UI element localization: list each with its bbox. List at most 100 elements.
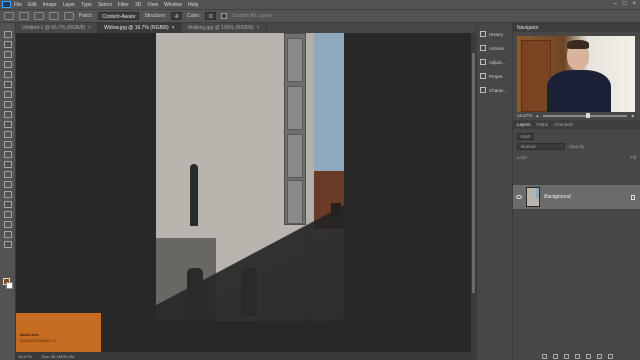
zoom-in-icon[interactable]: ▲ xyxy=(631,113,635,118)
background-color-swatch[interactable] xyxy=(6,282,13,289)
kind-filter[interactable]: Kind xyxy=(517,132,535,140)
layer-thumbnail xyxy=(526,187,540,207)
lock-label: Lock: xyxy=(517,154,528,160)
menu-help[interactable]: Help xyxy=(188,2,198,8)
dodge-tool-icon[interactable] xyxy=(3,171,12,178)
shadow-overlay xyxy=(156,238,216,321)
tab-channels[interactable]: Channels xyxy=(554,122,573,127)
minimize-icon[interactable]: – xyxy=(614,1,617,7)
lasso-tool-icon[interactable] xyxy=(3,51,12,58)
navigator-zoom-slider[interactable] xyxy=(542,112,627,118)
close-icon[interactable]: × xyxy=(172,25,175,31)
menu-3d[interactable]: 3D xyxy=(135,2,141,8)
menu-select[interactable]: Select xyxy=(98,2,112,8)
menu-layer[interactable]: Layer xyxy=(63,2,76,8)
document-canvas[interactable] xyxy=(156,33,344,321)
menu-bar: File Edit Image Layer Type Select Filter… xyxy=(0,0,640,9)
history-icon xyxy=(480,31,486,37)
menu-type[interactable]: Type xyxy=(81,2,92,8)
close-icon[interactable]: × xyxy=(257,25,260,31)
marquee-tool-icon[interactable] xyxy=(3,41,12,48)
close-icon[interactable]: × xyxy=(632,1,636,7)
properties-panel-button[interactable]: Proper... xyxy=(477,69,512,83)
blend-row: Normal Opacity: xyxy=(517,142,637,150)
quick-select-tool-icon[interactable] xyxy=(3,61,12,68)
adjustments-panel-button[interactable]: Adjust... xyxy=(477,55,512,69)
zoom-level[interactable]: 16.67% xyxy=(18,354,32,359)
zoom-tool-icon[interactable] xyxy=(3,231,12,238)
link-layers-icon[interactable] xyxy=(541,353,547,359)
new-layer-icon[interactable] xyxy=(596,353,602,359)
intersect-selection-icon[interactable] xyxy=(64,12,74,20)
structure-select[interactable]: 4 xyxy=(171,12,182,20)
history-brush-tool-icon[interactable] xyxy=(3,131,12,138)
blend-mode-select[interactable]: Normal xyxy=(517,142,565,150)
slider-knob[interactable] xyxy=(586,112,591,118)
path-select-tool-icon[interactable] xyxy=(3,201,12,208)
options-bar: Patch: Content-Aware Structure: 4 Color:… xyxy=(0,9,640,23)
group-icon[interactable] xyxy=(585,353,591,359)
window-controls: – □ × xyxy=(614,1,636,7)
sample-all-layers-checkbox[interactable] xyxy=(221,13,228,19)
gradient-tool-icon[interactable] xyxy=(3,151,12,158)
pen-tool-icon[interactable] xyxy=(3,181,12,188)
actions-icon xyxy=(480,45,486,51)
layer-row-background[interactable]: Background xyxy=(513,185,640,209)
adjustment-layer-icon[interactable] xyxy=(574,353,580,359)
crop-tool-icon[interactable] xyxy=(3,71,12,78)
history-panel-button[interactable]: History xyxy=(477,27,512,41)
maximize-icon[interactable]: □ xyxy=(623,1,627,7)
character-panel-button[interactable]: Charac... xyxy=(477,83,512,97)
adjustments-icon xyxy=(480,59,486,65)
right-panels: Navigator 16.67% ▴ ▲ Layers Paths Channe… xyxy=(512,23,640,360)
tab-paths[interactable]: Paths xyxy=(537,122,549,127)
menu-view[interactable]: View xyxy=(147,2,158,8)
layer-name[interactable]: Background xyxy=(544,194,571,200)
properties-icon xyxy=(480,73,486,79)
navigator-header[interactable]: Navigator xyxy=(513,23,640,32)
arched-window xyxy=(187,268,203,316)
brush-tool-icon[interactable] xyxy=(3,111,12,118)
visibility-eye-icon[interactable] xyxy=(516,195,522,199)
lock-row: Lock: Fill: xyxy=(517,153,637,161)
tab-widow[interactable]: Widow.jpg @ 16.7% (RGB/8) × xyxy=(98,23,182,33)
more-tools-icon[interactable] xyxy=(3,241,12,248)
eyedropper-tool-icon[interactable] xyxy=(3,91,12,98)
menu-edit[interactable]: Edit xyxy=(28,2,37,8)
patch-tool-icon[interactable] xyxy=(3,101,12,108)
menu-filter[interactable]: Filter xyxy=(118,2,129,8)
menu-window[interactable]: Window xyxy=(164,2,182,8)
color-select[interactable]: 0 xyxy=(205,12,217,20)
lock-icon[interactable] xyxy=(631,194,635,200)
zoom-out-icon[interactable]: ▴ xyxy=(536,113,538,119)
navigator-zoom-value[interactable]: 16.67% xyxy=(517,113,532,118)
menu-image[interactable]: Image xyxy=(43,2,57,8)
menu-file[interactable]: File xyxy=(14,2,22,8)
swatch-hex: #C56B22 E6B66A0 C8 xyxy=(20,339,56,343)
frame-tool-icon[interactable] xyxy=(3,81,12,88)
actions-panel-button[interactable]: Actions xyxy=(477,41,512,55)
fx-icon[interactable] xyxy=(552,353,558,359)
eraser-tool-icon[interactable] xyxy=(3,141,12,148)
type-tool-icon[interactable] xyxy=(3,191,12,198)
add-selection-icon[interactable] xyxy=(34,12,44,20)
trash-icon[interactable] xyxy=(607,353,613,359)
doc-size: Doc: 96.1M/96.1M xyxy=(41,353,75,359)
navigator-preview[interactable] xyxy=(517,36,635,112)
new-selection-icon[interactable] xyxy=(19,12,29,20)
patch-tool-icon[interactable] xyxy=(4,12,14,20)
tab-layers[interactable]: Layers xyxy=(517,122,531,127)
close-icon[interactable]: × xyxy=(88,25,91,31)
rectangle-tool-icon[interactable] xyxy=(3,211,12,218)
subtract-selection-icon[interactable] xyxy=(49,12,59,20)
clone-stamp-tool-icon[interactable] xyxy=(3,121,12,128)
document-tabs: Untitled-1 @ 66.7% (RGB/8) × Widow.jpg @ … xyxy=(16,23,476,33)
hand-tool-icon[interactable] xyxy=(3,221,12,228)
tab-untitled-1[interactable]: Untitled-1 @ 66.7% (RGB/8) × xyxy=(16,23,99,33)
patch-select[interactable]: Content-Aware xyxy=(98,12,140,20)
move-tool-icon[interactable] xyxy=(3,31,12,38)
mask-icon[interactable] xyxy=(563,353,569,359)
scrollbar-thumb[interactable] xyxy=(472,53,475,293)
tab-walking[interactable]: Walking.jpg @ 100% (RGB/8) × xyxy=(181,23,267,33)
blur-tool-icon[interactable] xyxy=(3,161,12,168)
